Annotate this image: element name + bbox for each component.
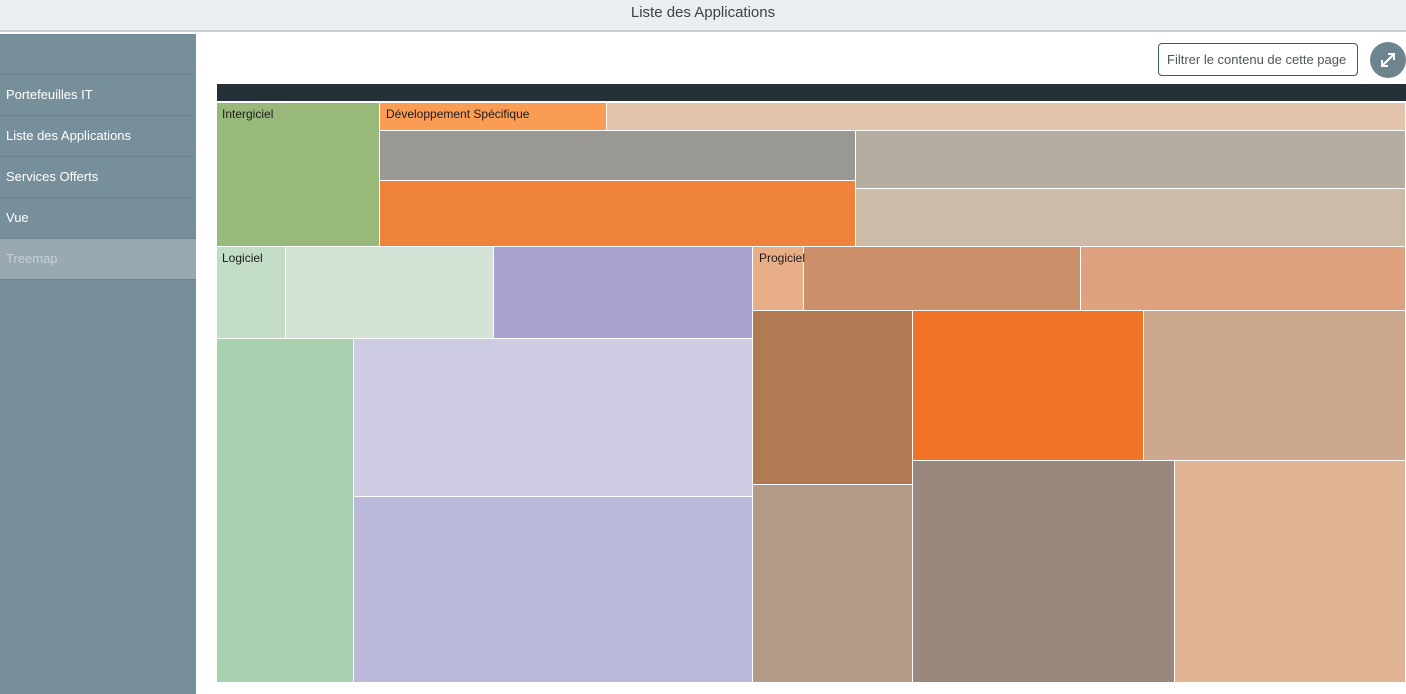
treemap-cell[interactable]	[607, 103, 1406, 131]
group-label-intergiciel: Intergiciel	[222, 107, 274, 121]
filter-input[interactable]	[1158, 43, 1358, 76]
group-label-developpement-specifique: Développement Spécifique	[386, 107, 530, 121]
treemap-cell[interactable]	[286, 247, 494, 339]
page-title: Liste des Applications	[630, 4, 776, 21]
treemap-cell[interactable]	[380, 131, 856, 181]
treemap-cell[interactable]	[494, 247, 753, 339]
treemap-cell[interactable]	[1144, 311, 1406, 461]
treemap-cell[interactable]	[856, 189, 1406, 247]
treemap-header-bar	[217, 84, 1406, 101]
treemap-cell[interactable]	[380, 181, 856, 247]
fullscreen-button[interactable]	[1370, 42, 1406, 78]
group-label-progiciel: Progiciel	[759, 251, 806, 265]
sidebar-spacer	[0, 34, 196, 75]
group-label-logiciel: Logiciel	[222, 251, 263, 265]
sidebar-item-services-offerts[interactable]: Services Offerts	[0, 157, 196, 198]
treemap-cell[interactable]	[217, 339, 354, 683]
treemap-cell[interactable]	[753, 311, 913, 485]
treemap-cell[interactable]	[354, 339, 753, 497]
treemap-cell[interactable]	[753, 485, 913, 683]
sidebar-item-liste-applications[interactable]: Liste des Applications	[0, 116, 196, 157]
sidebar-item-vue[interactable]: Vue	[0, 198, 196, 239]
sidebar-item-treemap[interactable]: Treemap	[0, 239, 196, 280]
treemap-cell[interactable]	[856, 131, 1406, 189]
treemap-cell[interactable]	[913, 311, 1144, 461]
treemap-cell[interactable]	[913, 461, 1175, 683]
treemap-cell[interactable]	[804, 247, 1081, 311]
treemap-cell[interactable]	[1081, 247, 1406, 311]
sidebar-item-portefeuilles-it[interactable]: Portefeuilles IT	[0, 75, 196, 116]
top-bar: Liste des Applications	[0, 0, 1406, 32]
expand-arrows-icon	[1381, 53, 1395, 67]
treemap-cell[interactable]	[217, 103, 380, 247]
treemap-cell[interactable]	[354, 497, 753, 683]
treemap-cell[interactable]	[1175, 461, 1406, 683]
sidebar: Portefeuilles IT Liste des Applications …	[0, 34, 196, 694]
